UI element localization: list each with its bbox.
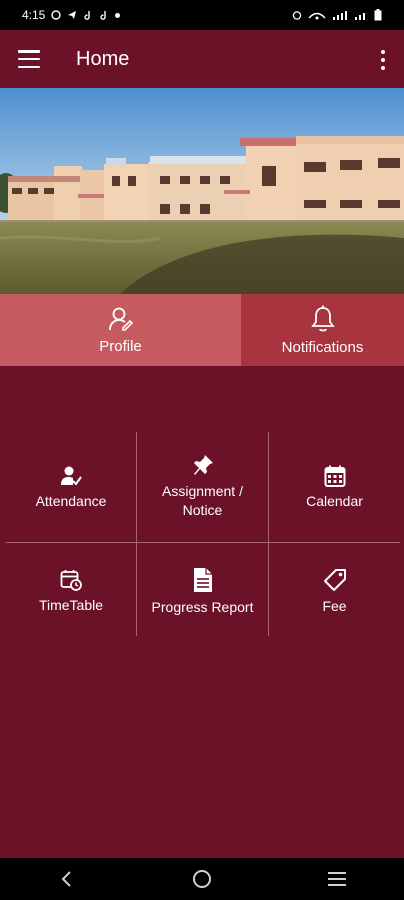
tab-profile-label: Profile	[99, 337, 142, 355]
notification-dot-icon	[115, 12, 121, 18]
pin-icon	[193, 455, 213, 475]
timetable-icon	[60, 569, 82, 591]
menu-item-label: TimeTable	[38, 596, 104, 613]
menu-grid: Attendance Assignment / Notice Calendar	[6, 432, 400, 638]
back-chevron-icon	[61, 871, 72, 887]
app-bar: Home	[0, 30, 404, 88]
profile-icon	[108, 307, 133, 331]
home-button[interactable]	[182, 859, 222, 899]
recents-button[interactable]	[317, 859, 357, 899]
status-bar: 4:15	[0, 0, 404, 30]
tag-icon	[323, 568, 346, 591]
tab-profile[interactable]: Profile	[0, 294, 241, 366]
home-circle-icon	[192, 870, 211, 888]
school-banner-image	[0, 88, 404, 294]
bell-icon	[310, 305, 335, 331]
document-icon	[193, 567, 212, 592]
menu-item-label: Calendar	[306, 493, 363, 509]
menu-item-fee[interactable]: Fee	[269, 543, 400, 638]
page-title: Home	[76, 47, 130, 70]
battery-icon	[374, 9, 382, 21]
back-button[interactable]	[47, 859, 87, 899]
more-options-icon[interactable]	[380, 50, 386, 70]
menu-item-attendance[interactable]: Attendance	[6, 432, 136, 542]
hamburger-menu-icon[interactable]	[18, 50, 40, 68]
whatsapp-icon	[51, 10, 62, 20]
volte-wifi-icon	[308, 12, 326, 20]
signal-icon	[333, 11, 347, 20]
menu-item-label: Attendance	[35, 493, 107, 509]
status-left: 4:15	[22, 8, 121, 22]
calendar-icon	[324, 465, 345, 487]
menu-item-label: Progress Report	[151, 598, 254, 615]
menu-item-progress-report[interactable]: Progress Report	[137, 543, 268, 638]
menu-item-calendar[interactable]: Calendar	[269, 432, 400, 542]
alarm-icon	[292, 11, 302, 20]
music-note-icon-2	[100, 11, 107, 20]
system-nav-bar	[0, 858, 404, 900]
attendance-icon	[61, 466, 82, 486]
signal-icon-2	[355, 13, 365, 20]
music-note-icon	[84, 11, 91, 20]
tab-notifications[interactable]: Notifications	[241, 294, 404, 366]
home-screen: 4:15 Home Profile Notifications Attendan…	[0, 0, 404, 900]
status-time: 4:15	[22, 8, 46, 22]
tab-notifications-label: Notifications	[281, 338, 364, 356]
menu-item-label: Fee	[322, 597, 347, 614]
recents-lines-icon	[327, 872, 346, 886]
menu-item-label: Assignment / Notice	[162, 483, 243, 518]
top-tabs: Profile Notifications	[0, 294, 404, 366]
telegram-icon	[68, 11, 77, 19]
status-right	[292, 9, 382, 21]
menu-item-timetable[interactable]: TimeTable	[6, 543, 136, 638]
menu-item-assignment-notice[interactable]: Assignment / Notice	[137, 432, 268, 542]
